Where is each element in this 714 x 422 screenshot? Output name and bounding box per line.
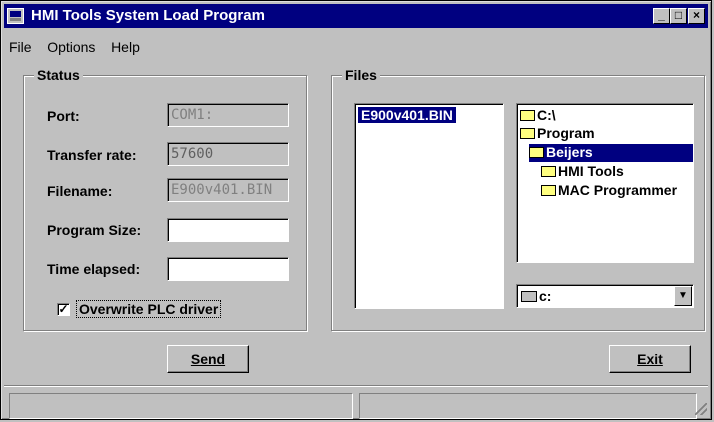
drive-icon bbox=[521, 291, 537, 302]
main-window: HMI Tools System Load Program _ □ × File… bbox=[0, 0, 712, 420]
menu-bar: File Options Help bbox=[9, 39, 152, 57]
dir-item-program[interactable]: Program bbox=[520, 125, 595, 143]
folder-icon bbox=[541, 166, 556, 177]
folder-open-icon bbox=[529, 147, 544, 158]
overwrite-plc-label[interactable]: Overwrite PLC driver bbox=[75, 300, 222, 318]
resize-grip-icon[interactable] bbox=[695, 403, 707, 415]
dir-item-hmi-tools[interactable]: HMI Tools bbox=[541, 163, 624, 181]
folder-open-icon bbox=[520, 128, 535, 139]
maximize-button[interactable]: □ bbox=[670, 8, 687, 24]
status-bar-pane-1 bbox=[9, 393, 353, 419]
status-bar-pane-2 bbox=[359, 393, 697, 419]
program-size-field bbox=[167, 218, 289, 242]
send-button[interactable]: Send bbox=[167, 345, 249, 373]
port-field: COM1: bbox=[167, 103, 289, 127]
time-elapsed-label: Time elapsed: bbox=[47, 261, 141, 277]
app-icon bbox=[7, 8, 24, 24]
dir-item-mac-programmer[interactable]: MAC Programmer bbox=[541, 182, 677, 200]
menu-options[interactable]: Options bbox=[47, 39, 95, 55]
menu-help[interactable]: Help bbox=[111, 39, 140, 55]
transfer-rate-field: 57600 bbox=[167, 142, 289, 166]
status-group-label: Status bbox=[34, 67, 83, 83]
exit-button[interactable]: Exit bbox=[609, 345, 691, 373]
folder-icon bbox=[541, 185, 556, 196]
filename-field: E900v401.BIN bbox=[167, 178, 289, 202]
checkbox-mark[interactable]: ✓ bbox=[57, 303, 70, 316]
close-button[interactable]: × bbox=[688, 8, 705, 24]
file-item[interactable]: E900v401.BIN bbox=[358, 107, 456, 123]
title-bar: HMI Tools System Load Program _ □ × bbox=[4, 4, 708, 28]
port-label: Port: bbox=[47, 108, 80, 124]
folder-open-icon bbox=[520, 110, 535, 121]
divider bbox=[4, 385, 708, 387]
window-title: HMI Tools System Load Program bbox=[31, 7, 265, 24]
minimize-button[interactable]: _ bbox=[653, 8, 670, 24]
files-group-label: Files bbox=[342, 67, 380, 83]
dir-item-root[interactable]: C:\ bbox=[520, 107, 556, 125]
time-elapsed-field bbox=[167, 257, 289, 281]
dir-item-beijers[interactable]: Beijers bbox=[529, 144, 693, 162]
program-size-label: Program Size: bbox=[47, 222, 142, 238]
drive-select[interactable]: c: ▼ bbox=[516, 284, 694, 308]
transfer-rate-label: Transfer rate: bbox=[47, 147, 137, 163]
file-list[interactable]: E900v401.BIN bbox=[354, 103, 504, 309]
directory-list[interactable]: C:\ Program Beijers HMI Tools MAC Progra… bbox=[516, 103, 694, 263]
drive-value: c: bbox=[539, 288, 552, 304]
chevron-down-icon[interactable]: ▼ bbox=[674, 286, 692, 306]
filename-label: Filename: bbox=[47, 183, 113, 199]
menu-file[interactable]: File bbox=[9, 39, 32, 55]
